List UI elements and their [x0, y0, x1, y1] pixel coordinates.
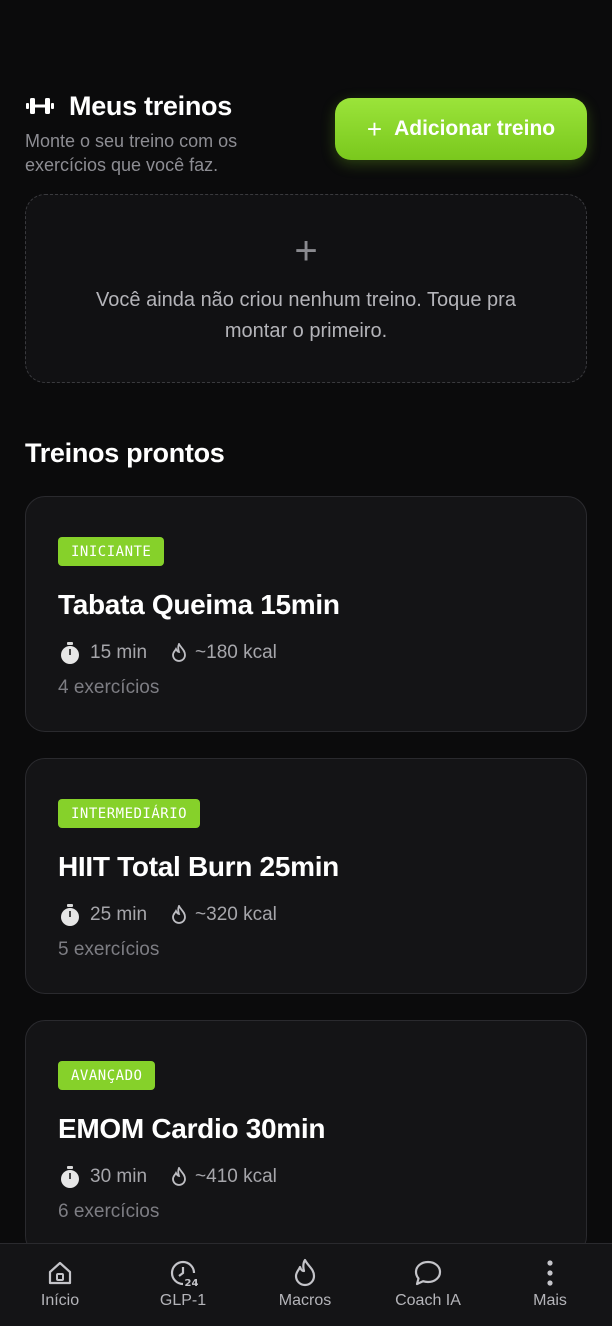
title-row: Meus treinos [25, 88, 232, 124]
level-badge: INICIANTE [58, 537, 165, 566]
workout-card[interactable]: AVANÇADO EMOM Cardio 30min 30 min ~410 k… [25, 1020, 587, 1256]
nav-item-glp1[interactable]: 24 GLP-1 [138, 1258, 228, 1310]
flame-icon [169, 903, 189, 927]
workout-card[interactable]: INICIANTE Tabata Queima 15min 15 min ~18… [25, 496, 587, 732]
section-title: Treinos prontos [25, 438, 225, 468]
add-workout-label: Adicionar treino [394, 117, 556, 140]
nav-label: Macros [278, 1292, 332, 1309]
workout-meta: 30 min ~410 kcal [58, 1165, 277, 1189]
nav-item-macros[interactable]: Macros [260, 1258, 350, 1310]
workout-card[interactable]: INTERMEDIÁRIO HIIT Total Burn 25min 25 m… [25, 758, 587, 994]
empty-workouts-card[interactable]: + Você ainda não criou nenhum treino. To… [25, 194, 587, 383]
nav-item-inicio[interactable]: Início [15, 1258, 105, 1310]
workout-meta: 15 min ~180 kcal [58, 641, 277, 665]
stopwatch-icon [58, 641, 82, 665]
exercise-count: 5 exercícios [58, 939, 160, 960]
page-subtitle: Monte o seu treino com os exercícios que… [25, 131, 238, 175]
page-title: Meus treinos [69, 90, 232, 121]
header: Meus treinos Monte o seu treino com os e… [25, 88, 587, 178]
svg-text:24: 24 [185, 1278, 199, 1288]
nav-label: Coach IA [395, 1292, 461, 1309]
workout-title: Tabata Queima 15min [58, 589, 340, 620]
stopwatch-icon [58, 1165, 82, 1189]
duration-text: 15 min [90, 642, 148, 663]
workout-title: HIIT Total Burn 25min [58, 851, 339, 882]
exercise-count: 6 exercícios [58, 1201, 160, 1222]
dumbbell-icon [25, 95, 55, 117]
nav-label: Mais [533, 1292, 567, 1309]
empty-message: Você ainda não criou nenhum treino. Toqu… [96, 289, 516, 342]
nav-item-mais[interactable]: Mais [505, 1258, 595, 1310]
home-icon [15, 1258, 105, 1288]
workout-meta: 25 min ~320 kcal [58, 903, 277, 927]
workout-title: EMOM Cardio 30min [58, 1113, 326, 1144]
chat-bubble-icon [383, 1258, 473, 1288]
nav-item-coach-ia[interactable]: Coach IA [383, 1258, 473, 1310]
plus-icon: + [366, 114, 383, 144]
level-badge: AVANÇADO [58, 1061, 156, 1090]
duration-text: 30 min [90, 1166, 148, 1187]
stopwatch-icon [58, 903, 82, 927]
exercise-count: 4 exercícios [58, 677, 160, 698]
plus-icon: + [294, 229, 318, 273]
flame-icon [169, 641, 189, 665]
calories-text: ~410 kcal [195, 1166, 277, 1187]
level-badge: INTERMEDIÁRIO [58, 799, 201, 828]
nav-label: Início [40, 1292, 80, 1309]
calories-text: ~320 kcal [195, 904, 277, 925]
flame-icon [169, 1165, 189, 1189]
more-vertical-icon [505, 1258, 595, 1288]
calories-text: ~180 kcal [195, 642, 277, 663]
app-screen: Meus treinos Monte o seu treino com os e… [0, 0, 612, 1326]
add-workout-button[interactable]: + Adicionar treino [335, 98, 587, 160]
nav-label: GLP-1 [159, 1292, 207, 1309]
duration-text: 25 min [90, 904, 148, 925]
bottom-nav: Início 24 GLP-1 Macros Coach IA Mais [0, 1243, 612, 1326]
clock-24-icon: 24 [138, 1258, 228, 1288]
flame-icon [260, 1258, 350, 1288]
